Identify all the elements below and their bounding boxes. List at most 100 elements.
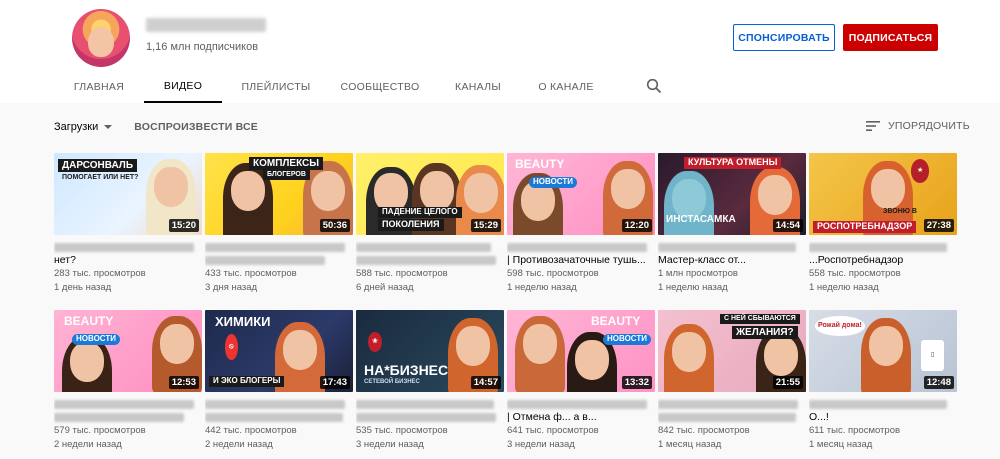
channel-header: 1,16 млн подписчиков СПОНСИРОВАТЬ ПОДПИС… — [0, 0, 1000, 103]
video-views: 535 тыс. просмотров — [356, 425, 448, 436]
video-age: 3 дня назад — [205, 282, 258, 293]
thumbnail-subcaption: И ЭКО БЛОГЕРЫ — [209, 376, 285, 387]
video-title[interactable] — [205, 398, 353, 424]
tab-community[interactable]: СООБЩЕСТВО — [330, 70, 430, 103]
video-title[interactable] — [356, 241, 504, 267]
video-card[interactable]: BEAUTY НОВОСТИ 12:20 | Противозачаточные… — [507, 153, 655, 307]
thumbnail-subcaption: ПОМОГАЕТ ИЛИ НЕТ? — [62, 174, 139, 181]
sponsor-button[interactable]: СПОНСИРОВАТЬ — [733, 24, 835, 51]
video-thumbnail[interactable]: BEAUTY НОВОСТИ 12:20 — [507, 153, 655, 235]
video-duration: 13:32 — [621, 376, 652, 389]
video-duration: 15:20 — [168, 219, 199, 232]
sort-button[interactable]: УПОРЯДОЧИТЬ — [866, 120, 970, 132]
video-thumbnail[interactable]: BEAUTY НОВОСТИ 13:32 — [507, 310, 655, 392]
video-card[interactable]: ПАДЕНИЕ ЦЕЛОГО ПОКОЛЕНИЯ 15:29 588 тыс. … — [356, 153, 504, 307]
video-views: 433 тыс. просмотров — [205, 268, 297, 279]
video-views: 442 тыс. просмотров — [205, 425, 297, 436]
video-card[interactable]: С НЕЙ СБЫВАЮТСЯ ЖЕЛАНИЯ? 21:55 842 тыс. … — [658, 310, 806, 459]
video-thumbnail[interactable]: ПАДЕНИЕ ЦЕЛОГО ПОКОЛЕНИЯ 15:29 — [356, 153, 504, 235]
video-card[interactable]: ❀ НА*БИЗНЕС СЕТЕВОЙ БИЗНЕС 14:57 535 тыс… — [356, 310, 504, 459]
video-card[interactable]: ДАРСОНВАЛЬ ПОМОГАЕТ ИЛИ НЕТ? 15:20 нет? … — [54, 153, 202, 307]
video-card[interactable]: ★ ЗВОНЮ В РОСПОТРЕБНАДЗОР 27:38 ...Роспо… — [809, 153, 957, 307]
video-age: 3 недели назад — [356, 439, 424, 450]
video-card[interactable]: BEAUTY НОВОСТИ 13:32 | Отмена ф... а в..… — [507, 310, 655, 459]
search-icon[interactable] — [646, 78, 662, 94]
video-title-text: Мастер-класс от... — [658, 254, 746, 266]
video-title[interactable]: | Отмена ф... а в... — [507, 398, 655, 424]
video-age: 1 месяц назад — [809, 439, 873, 450]
video-duration: 14:57 — [470, 376, 501, 389]
video-views: 283 тыс. просмотров — [54, 268, 146, 279]
video-card[interactable]: BEAUTY НОВОСТИ 12:53 579 тыс. просмотров… — [54, 310, 202, 459]
video-title[interactable]: Мастер-класс от... — [658, 241, 806, 267]
video-card[interactable]: КУЛЬТУРА ОТМЕНЫ ИНСТАСАМКА 14:54 Мастер-… — [658, 153, 806, 307]
video-views: 558 тыс. просмотров — [809, 268, 901, 279]
video-card[interactable]: КОМПЛЕКСЫ БЛОГЕРОВ 50:36 433 тыс. просмо… — [205, 153, 353, 307]
video-thumbnail[interactable]: КУЛЬТУРА ОТМЕНЫ ИНСТАСАМКА 14:54 — [658, 153, 806, 235]
video-title[interactable]: ...Роспотребнадзор — [809, 241, 957, 267]
video-thumbnail[interactable]: BEAUTY НОВОСТИ 12:53 — [54, 310, 202, 392]
video-duration: 12:53 — [168, 376, 199, 389]
play-all-button[interactable]: ВОСПРОИЗВЕСТИ ВСЕ — [134, 121, 258, 133]
video-card[interactable]: ⦸ ХИМИКИ И ЭКО БЛОГЕРЫ 17:43 442 тыс. пр… — [205, 310, 353, 459]
video-card[interactable]: Рожай дома! ▯ 12:48 О...! 611 тыс. просм… — [809, 310, 957, 459]
video-title[interactable] — [356, 398, 504, 424]
video-views: 588 тыс. просмотров — [356, 268, 448, 279]
video-duration: 17:43 — [319, 376, 350, 389]
video-thumbnail[interactable]: ★ ЗВОНЮ В РОСПОТРЕБНАДЗОР 27:38 — [809, 153, 957, 235]
thumbnail-caption: BEAUTY — [515, 157, 565, 171]
video-duration: 14:54 — [772, 219, 803, 232]
video-title-text: | Противозачаточные тушь... — [507, 254, 646, 266]
thumbnail-caption: КОМПЛЕКСЫ — [249, 157, 324, 170]
channel-tabs: ГЛАВНАЯ ВИДЕО ПЛЕЙЛИСТЫ СООБЩЕСТВО КАНАЛ… — [54, 70, 606, 103]
video-thumbnail[interactable]: Рожай дома! ▯ 12:48 — [809, 310, 957, 392]
channel-avatar[interactable] — [72, 9, 130, 67]
thumbnail-caption: BEAUTY — [591, 314, 641, 328]
thumbnail-subcaption: СЕТЕВОЙ БИЗНЕС — [364, 379, 420, 385]
video-views: 598 тыс. просмотров — [507, 268, 599, 279]
tab-playlists[interactable]: ПЛЕЙЛИСТЫ — [222, 70, 330, 103]
thumbnail-caption: С НЕЙ СБЫВАЮТСЯ — [720, 314, 800, 324]
video-age: 1 неделю назад — [658, 282, 728, 293]
video-views: 842 тыс. просмотров — [658, 425, 750, 436]
subscribe-button[interactable]: ПОДПИСАТЬСЯ — [843, 24, 938, 51]
video-thumbnail[interactable]: С НЕЙ СБЫВАЮТСЯ ЖЕЛАНИЯ? 21:55 — [658, 310, 806, 392]
tab-channels[interactable]: КАНАЛЫ — [430, 70, 526, 103]
video-views: 579 тыс. просмотров — [54, 425, 146, 436]
video-title[interactable]: нет? — [54, 241, 202, 267]
video-thumbnail[interactable]: ❀ НА*БИЗНЕС СЕТЕВОЙ БИЗНЕС 14:57 — [356, 310, 504, 392]
chevron-down-icon — [104, 125, 113, 129]
video-title[interactable]: О...! — [809, 398, 957, 424]
video-title[interactable]: | Противозачаточные тушь... — [507, 241, 655, 267]
video-thumbnail[interactable]: ДАРСОНВАЛЬ ПОМОГАЕТ ИЛИ НЕТ? 15:20 — [54, 153, 202, 235]
thumbnail-subcaption: НОВОСТИ — [72, 334, 121, 345]
uploads-dropdown[interactable]: Загрузки — [54, 121, 113, 133]
tab-about[interactable]: О КАНАЛЕ — [526, 70, 606, 103]
thumbnail-subcaption: ЖЕЛАНИЯ? — [732, 326, 798, 339]
video-title[interactable] — [658, 398, 806, 424]
video-age: 1 месяц назад — [658, 439, 722, 450]
uploads-toolbar: Загрузки ВОСПРОИЗВЕСТИ ВСЕ — [54, 121, 258, 133]
thumbnail-caption: ПАДЕНИЕ ЦЕЛОГО — [378, 207, 462, 218]
video-title[interactable] — [205, 241, 353, 267]
thumbnail-subcaption: БЛОГЕРОВ — [263, 170, 310, 180]
thumbnail-caption: КУЛЬТУРА ОТМЕНЫ — [684, 157, 782, 169]
video-thumbnail[interactable]: КОМПЛЕКСЫ БЛОГЕРОВ 50:36 — [205, 153, 353, 235]
thumbnail-subcaption: НОВОСТИ — [603, 334, 652, 345]
thumbnail-subcaption: НОВОСТИ — [529, 177, 578, 188]
tab-home[interactable]: ГЛАВНАЯ — [54, 70, 144, 103]
sort-icon — [866, 121, 880, 131]
subscriber-count: 1,16 млн подписчиков — [146, 41, 259, 53]
video-title-text: нет? — [54, 254, 76, 266]
video-duration: 50:36 — [319, 219, 350, 232]
video-duration: 27:38 — [923, 219, 954, 232]
video-title[interactable] — [54, 398, 202, 424]
video-thumbnail[interactable]: ⦸ ХИМИКИ И ЭКО БЛОГЕРЫ 17:43 — [205, 310, 353, 392]
thumbnail-subcaption: ИНСТАСАМКА — [666, 214, 736, 225]
video-age: 3 недели назад — [507, 439, 575, 450]
tab-videos[interactable]: ВИДЕО — [144, 70, 222, 103]
thumbnail-caption: ХИМИКИ — [215, 314, 271, 329]
phone-icon: ▯ — [921, 340, 945, 371]
thumbnail-caption: Рожай дома! — [815, 316, 865, 336]
thumbnail-caption: ДАРСОНВАЛЬ — [58, 159, 138, 172]
